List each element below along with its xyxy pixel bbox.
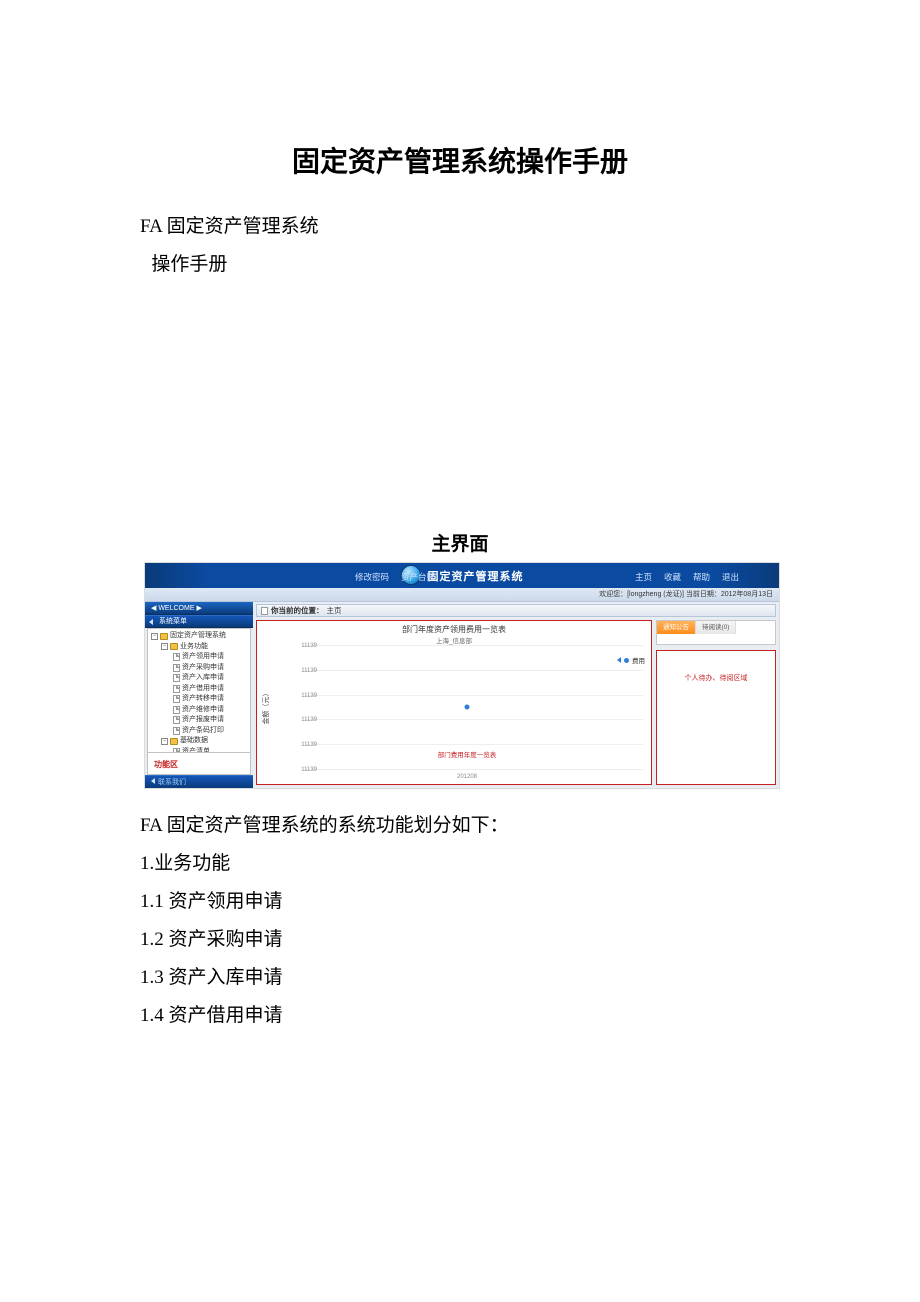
tree-node-base[interactable]: −基础数据	[149, 736, 249, 747]
chart-y-tick: 11139	[271, 643, 317, 649]
document-icon	[173, 695, 180, 703]
folder-icon	[160, 633, 168, 640]
tree-leaf[interactable]: 资产报废申请	[149, 715, 249, 726]
minus-icon[interactable]: −	[161, 643, 168, 650]
minus-icon[interactable]: −	[161, 738, 168, 745]
tree-leaf[interactable]: 资产维修申请	[149, 705, 249, 716]
app-product-name: 固定资产管理系统	[428, 568, 524, 584]
chart-y-tick: 11139	[271, 668, 317, 674]
document-icon	[173, 716, 180, 724]
nav-home[interactable]: 主页	[635, 571, 652, 583]
sidebar-welcome: ◀ WELCOME ▶	[145, 602, 253, 615]
sidebar: ◀ WELCOME ▶ 系统菜单 −固定资产管理系统 −业务功能 资产领用申请 …	[145, 602, 253, 788]
tree-root[interactable]: −固定资产管理系统	[149, 631, 249, 642]
topnav-left: 修改密码 资产台账	[355, 571, 435, 583]
document-icon	[173, 727, 180, 735]
topnav-right: 主页 收藏 帮助 退出	[635, 571, 739, 583]
doc-title: 固定资产管理系统操作手册	[140, 140, 780, 180]
list-1-1: 1.1 资产领用申请	[140, 883, 780, 921]
chart-x-tick: 201208	[457, 774, 477, 780]
chart-panel: 部门年度资产领用费用一览表 上海_信息部 费用 金额（元） 11139 1113…	[256, 620, 652, 785]
document-icon	[173, 706, 180, 714]
location-icon	[261, 607, 268, 615]
notice-panel: 通知公告 待阅读(0)	[656, 620, 776, 645]
tab-to-read[interactable]: 待阅读(0)	[696, 621, 736, 634]
main-panel: 你当前的位置：主页 部门年度资产领用费用一览表 上海_信息部 费用 金额（元） …	[253, 602, 779, 788]
sidebar-tree: −固定资产管理系统 −业务功能 资产领用申请 资产采购申请 资产入库申请 资产借…	[147, 628, 251, 753]
tab-notice[interactable]: 通知公告	[657, 621, 696, 634]
nav-asset-ledger[interactable]: 资产台账	[401, 571, 435, 583]
list-1-2: 1.2 资产采购申请	[140, 921, 780, 959]
chart-y-axis-label: 金额（元）	[261, 690, 271, 725]
document-icon	[173, 664, 180, 672]
chevron-left-icon	[151, 778, 155, 784]
chart-title: 部门年度资产领用费用一览表	[257, 621, 651, 635]
todo-placeholder-text: 个人待办、待阅区域	[685, 673, 748, 683]
chart-data-point	[465, 705, 470, 710]
chart-y-tick: 11139	[271, 742, 317, 748]
nav-help[interactable]: 帮助	[693, 571, 710, 583]
list-1-3: 1.3 资产入库申请	[140, 959, 780, 997]
app-screenshot: 修改密码 资产台账 固定资产管理系统 主页 收藏 帮助 退出 欢迎您：[long…	[144, 562, 780, 789]
below-intro: FA 固定资产管理系统的系统功能划分如下：	[140, 807, 780, 845]
document-icon	[173, 674, 180, 682]
todo-panel: 个人待办、待阅区域	[656, 650, 776, 785]
document-icon	[173, 653, 180, 661]
tree-leaf[interactable]: 资产条码打印	[149, 726, 249, 737]
tree-leaf[interactable]: 资产入库申请	[149, 673, 249, 684]
tree-leaf[interactable]: 资产转移申请	[149, 694, 249, 705]
folder-icon	[170, 738, 178, 745]
folder-icon	[170, 643, 178, 650]
app-statusbar: 欢迎您：[longzheng (龙证)] 当前日期：2012年08月13日	[145, 588, 779, 602]
chart-y-tick: 11139	[271, 767, 317, 773]
nav-favorite[interactable]: 收藏	[664, 571, 681, 583]
nav-logout[interactable]: 退出	[722, 571, 739, 583]
doc-line-2: 操作手册	[140, 246, 780, 284]
section-main-ui: 主界面	[140, 529, 780, 556]
chart-plot-area: 金额（元） 11139 11139 11139 11139 11139 1113…	[291, 645, 643, 769]
tree-leaf[interactable]: 资产领用申请	[149, 652, 249, 663]
doc-line-1: FA 固定资产管理系统	[140, 208, 780, 246]
list-1-4: 1.4 资产借用申请	[140, 997, 780, 1035]
list-1: 1.业务功能	[140, 845, 780, 883]
chart-y-tick: 11139	[271, 717, 317, 723]
document-icon	[173, 685, 180, 693]
tree-node-biz[interactable]: −业务功能	[149, 642, 249, 653]
sidebar-section-sysmenu[interactable]: 系统菜单	[145, 615, 253, 628]
sidebar-footer-label: 功能区	[147, 753, 251, 775]
sidebar-bottom-link[interactable]: 联系我们	[145, 775, 253, 788]
nav-change-password[interactable]: 修改密码	[355, 571, 389, 583]
chart-bottom-label: 部门费用年度一览表	[438, 749, 497, 759]
app-topbar: 修改密码 资产台账 固定资产管理系统 主页 收藏 帮助 退出	[145, 563, 779, 588]
tree-leaf[interactable]: 资产采购申请	[149, 663, 249, 674]
chevron-left-icon	[149, 619, 153, 625]
chart-y-tick: 11139	[271, 693, 317, 699]
breadcrumb: 你当前的位置：主页	[256, 604, 776, 617]
right-side-column: 通知公告 待阅读(0) 个人待办、待阅区域	[656, 620, 776, 785]
tree-leaf[interactable]: 资产借用申请	[149, 684, 249, 695]
minus-icon[interactable]: −	[151, 633, 158, 640]
